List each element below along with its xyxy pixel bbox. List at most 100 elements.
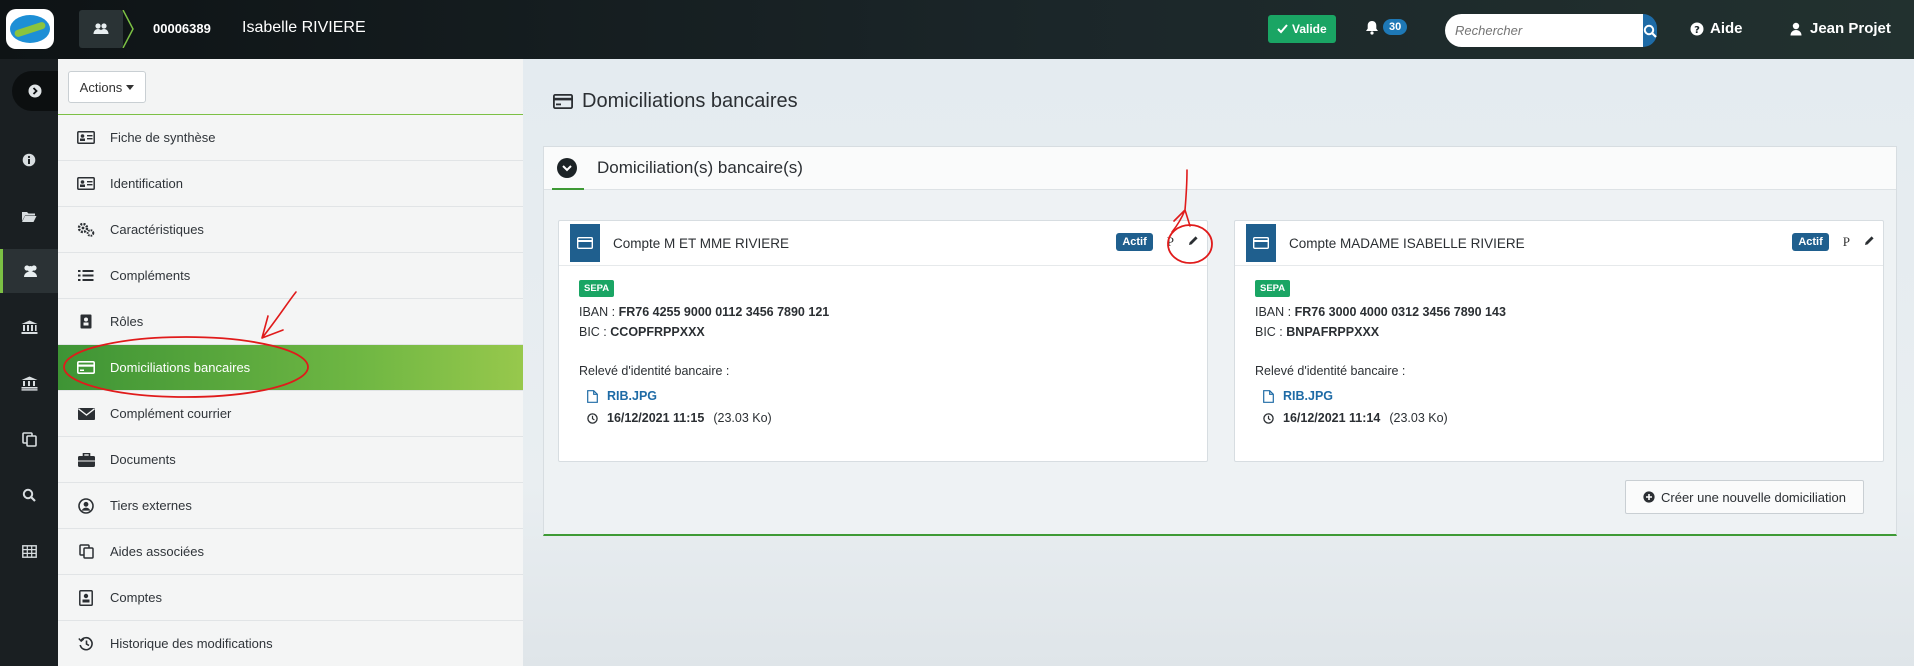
icon-rail	[0, 59, 58, 666]
bank-account-card: Compte M ET MME RIVIERE Actif P SEPA IBA…	[558, 220, 1208, 462]
folder-open-icon[interactable]	[0, 194, 58, 238]
user-name: Jean Projet	[1810, 20, 1891, 37]
create-domiciliation-button[interactable]: Créer une nouvelle domiciliation	[1625, 480, 1864, 514]
principal-toggle[interactable]: P	[1167, 234, 1174, 250]
iban-line: IBAN : FR76 4255 9000 0112 3456 7890 121	[579, 302, 1187, 322]
credit-card-icon	[570, 224, 600, 262]
svg-text:?: ?	[1694, 25, 1700, 36]
search-input[interactable]	[1445, 14, 1643, 47]
bank-alt-icon[interactable]	[0, 361, 58, 405]
notifications-button[interactable]: 30	[1365, 19, 1408, 35]
search-icon	[1643, 24, 1657, 38]
domiciliations-panel: Domiciliation(s) bancaire(s) Compte M ET…	[543, 146, 1897, 536]
vcard-icon	[76, 176, 96, 192]
rib-file-size: (23.03 Ko)	[1389, 411, 1448, 425]
create-domiciliation-label: Créer une nouvelle domiciliation	[1661, 489, 1846, 505]
rib-label: Relevé d'identité bancaire :	[1255, 364, 1406, 378]
plus-circle-icon	[1643, 491, 1655, 503]
sidebar-item-label: Aides associées	[110, 544, 204, 559]
sidebar-item-caracteristiques[interactable]: Caractéristiques	[58, 207, 523, 253]
copy-icon	[76, 544, 96, 560]
principal-toggle[interactable]: P	[1843, 234, 1850, 250]
caret-down-icon	[126, 84, 135, 90]
sidebar-item-label: Fiche de synthèse	[110, 130, 216, 145]
rib-file-link[interactable]: RIB.JPG	[1283, 389, 1333, 403]
actions-label: Actions	[79, 79, 123, 95]
sidebar-item-aides-associees[interactable]: Aides associées	[58, 529, 523, 575]
sidebar-item-historique-des-modifications[interactable]: Historique des modifications	[58, 621, 523, 666]
info-icon[interactable]	[0, 138, 58, 182]
status-label: Valide	[1292, 22, 1327, 36]
chevron-circle-right-icon	[28, 84, 42, 98]
sidebar-nav: Fiche de synthèse Identification Caracté…	[58, 115, 523, 666]
sidebar-item-label: Identification	[110, 176, 183, 191]
sidebar-item-documents[interactable]: Documents	[58, 437, 523, 483]
clock-icon	[1263, 412, 1274, 424]
sidebar-item-label: Rôles	[110, 314, 144, 329]
sidebar-item-label: Tiers externes	[110, 498, 192, 513]
cogs-icon	[76, 222, 96, 238]
sidebar-item-label: Complément courrier	[110, 406, 232, 421]
sidebar-item-roles[interactable]: Rôles	[58, 299, 523, 345]
id-card-icon	[76, 130, 96, 146]
edit-pencil-icon[interactable]	[1188, 233, 1199, 251]
sidebar-item-label: Comptes	[110, 590, 163, 605]
users-icon[interactable]	[79, 10, 123, 48]
iban-line: IBAN : FR76 3000 4000 0312 3456 7890 143	[1255, 302, 1863, 322]
rib-file-link[interactable]: RIB.JPG	[607, 389, 657, 403]
help-label: Aide	[1710, 20, 1743, 37]
sidebar-item-label: Domiciliations bancaires	[110, 360, 251, 375]
sidebar-item-identification[interactable]: Identification	[58, 161, 523, 207]
edit-pencil-icon[interactable]	[1864, 233, 1875, 251]
briefcase-icon	[76, 452, 96, 468]
sidebar-item-complements[interactable]: Compléments	[58, 253, 523, 299]
status-badge: Valide	[1268, 15, 1336, 43]
copy-icon[interactable]	[0, 417, 58, 461]
history-icon	[76, 636, 96, 652]
grid-icon[interactable]	[0, 529, 58, 573]
chevron-down-circle-icon[interactable]	[557, 158, 577, 178]
rib-date-value: 16/12/2021 11:15	[607, 411, 705, 425]
rib-file: RIB.JPG	[579, 389, 1187, 403]
sidebar-item-label: Historique des modifications	[110, 636, 273, 651]
sidebar-item-complement-courrier[interactable]: Complément courrier	[58, 391, 523, 437]
sidebar-item-fiche-de-synthese[interactable]: Fiche de synthèse	[58, 115, 523, 161]
bic-value: BNPAFRPPXXX	[1286, 325, 1380, 339]
card-tools: Actif P	[1116, 233, 1199, 251]
page-title: Domiciliations bancaires	[553, 90, 798, 113]
card-header: Compte MADAME ISABELLE RIVIERE Actif P	[1235, 221, 1883, 266]
bic-value: CCOPFRPPXXX	[610, 325, 705, 339]
credit-card-icon	[76, 360, 96, 376]
sidebar-item-comptes[interactable]: Comptes	[58, 575, 523, 621]
rib-file: RIB.JPG	[1255, 389, 1863, 403]
sidebar-item-tiers-externes[interactable]: Tiers externes	[58, 483, 523, 529]
rib-file-size: (23.03 Ko)	[713, 411, 772, 425]
users-icon[interactable]	[0, 249, 58, 293]
rib-date: 16/12/2021 11:14 (23.03 Ko)	[1255, 411, 1863, 425]
actions-dropdown-button[interactable]: Actions	[68, 71, 146, 103]
help-link[interactable]: ? Aide	[1690, 20, 1743, 37]
sidebar-item-label: Compléments	[110, 268, 191, 283]
sepa-badge: SEPA	[1255, 280, 1291, 297]
person-name: Isabelle RIVIERE	[242, 19, 366, 36]
search-button[interactable]	[1643, 14, 1657, 47]
sidebar-item-label: Caractéristiques	[110, 222, 204, 237]
sepa-badge: SEPA	[579, 280, 615, 297]
search-icon[interactable]	[0, 473, 58, 517]
card-title: Compte MADAME ISABELLE RIVIERE	[1289, 235, 1525, 251]
panel-header: Domiciliation(s) bancaire(s)	[544, 147, 1896, 190]
main-content: Domiciliations bancaires Domiciliation(s…	[523, 59, 1914, 666]
user-menu[interactable]: Jean Projet	[1790, 20, 1891, 37]
rib-date: 16/12/2021 11:15 (23.03 Ko)	[579, 411, 1187, 425]
panel-title: Domiciliation(s) bancaire(s)	[597, 158, 803, 177]
bic-line: BIC : CCOPFRPPXXX	[579, 322, 1187, 342]
bank-account-card: Compte MADAME ISABELLE RIVIERE Actif P S…	[1234, 220, 1884, 462]
app-logo[interactable]	[6, 9, 54, 49]
question-circle-icon: ?	[1690, 22, 1704, 36]
card-tools: Actif P	[1792, 233, 1875, 251]
bank-icon[interactable]	[0, 305, 58, 349]
sidebar-toggle-button[interactable]	[12, 71, 58, 111]
sidebar-item-domiciliations-bancaires[interactable]: Domiciliations bancaires	[58, 345, 523, 391]
search-bar	[1445, 14, 1657, 47]
bic-label: BIC :	[1255, 325, 1283, 339]
